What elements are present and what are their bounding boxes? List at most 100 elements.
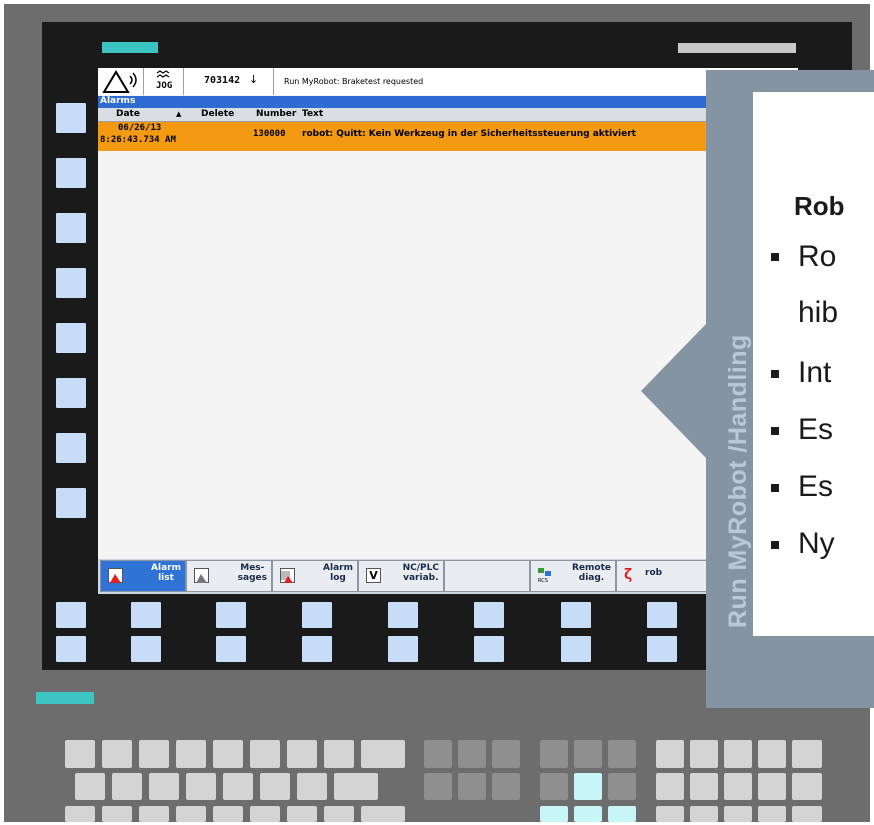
- keyboard-key[interactable]: [213, 740, 243, 768]
- alarm-date: 06/26/13: [118, 123, 162, 133]
- keyboard-key[interactable]: [75, 773, 105, 800]
- keyboard-key[interactable]: [792, 740, 822, 768]
- keyboard-key[interactable]: [260, 773, 290, 800]
- horizontal-softkey-11[interactable]: [216, 636, 246, 662]
- keyboard-key[interactable]: [65, 740, 95, 768]
- keyboard-key[interactable]: [458, 773, 486, 800]
- keyboard-key[interactable]: [102, 740, 132, 768]
- keyboard-key[interactable]: [424, 773, 452, 800]
- keyboard-key[interactable]: [690, 806, 718, 822]
- keyboard-key[interactable]: [492, 773, 520, 800]
- keyboard-key[interactable]: [102, 806, 132, 822]
- horizontal-softkey-13[interactable]: [388, 636, 418, 662]
- keyboard-key[interactable]: [334, 773, 378, 800]
- cursor-up-key[interactable]: [574, 773, 602, 800]
- keyboard-key[interactable]: [656, 740, 684, 768]
- softkey-remote-diag[interactable]: RCS Remote diag.: [530, 560, 616, 592]
- keyboard-key[interactable]: [287, 740, 317, 768]
- column-number[interactable]: Number: [256, 109, 296, 119]
- cursor-down-key[interactable]: [574, 806, 602, 822]
- horizontal-softkey-7[interactable]: [561, 602, 591, 628]
- horizontal-softkey-4[interactable]: [302, 602, 332, 628]
- keyboard-key[interactable]: [250, 740, 280, 768]
- keyboard-key[interactable]: [724, 773, 752, 800]
- keyboard-key[interactable]: [690, 740, 718, 768]
- vertical-softkey-3[interactable]: [56, 213, 86, 243]
- vertical-softkey-8[interactable]: [56, 488, 86, 518]
- vertical-softkey-5[interactable]: [56, 323, 86, 353]
- softkey-messages[interactable]: Mes-sages: [186, 560, 272, 592]
- keyboard-key[interactable]: [324, 740, 354, 768]
- horizontal-softkey-6[interactable]: [474, 602, 504, 628]
- keyboard-key[interactable]: [690, 773, 718, 800]
- softkey-label: Remote diag.: [571, 563, 611, 583]
- vertical-softkey-6[interactable]: [56, 378, 86, 408]
- column-delete[interactable]: Delete: [201, 109, 234, 119]
- keyboard-key[interactable]: [792, 773, 822, 800]
- softkey-empty[interactable]: [444, 560, 530, 592]
- keyboard-key[interactable]: [492, 740, 520, 768]
- horizontal-softkey-5[interactable]: [388, 602, 418, 628]
- keyboard-key[interactable]: [223, 773, 253, 800]
- keyboard-key[interactable]: [656, 773, 684, 800]
- horizontal-softkey-15[interactable]: [561, 636, 591, 662]
- softkey-alarm-log[interactable]: Alarm log: [272, 560, 358, 592]
- mode-indicator[interactable]: JOG: [144, 68, 184, 95]
- keyboard-key[interactable]: [361, 806, 405, 822]
- keyboard-key[interactable]: [65, 806, 95, 822]
- keyboard-key[interactable]: [608, 773, 636, 800]
- horizontal-softkey-14[interactable]: [474, 636, 504, 662]
- softkey-robot[interactable]: ζ rob: [616, 560, 736, 592]
- status-message: Run MyRobot: Braketest requested: [284, 77, 424, 86]
- horizontal-softkey-2[interactable]: [131, 602, 161, 628]
- vertical-softkey-1[interactable]: [56, 103, 86, 133]
- jog-icon: [156, 70, 170, 78]
- keyboard-key[interactable]: [792, 806, 822, 822]
- keyboard-key[interactable]: [287, 806, 317, 822]
- keyboard-key[interactable]: [574, 740, 602, 768]
- keyboard-key[interactable]: [213, 806, 243, 822]
- horizontal-softkey-3[interactable]: [216, 602, 246, 628]
- vertical-softkey-4[interactable]: [56, 268, 86, 298]
- keyboard-key[interactable]: [724, 806, 752, 822]
- table-row[interactable]: 06/26/13 8:26:43.734 AM 130000 robot: Qu…: [98, 122, 798, 151]
- keyboard-key[interactable]: [361, 740, 405, 768]
- vertical-softkey-7[interactable]: [56, 433, 86, 463]
- keyboard-key[interactable]: [724, 740, 752, 768]
- overlay-bullet-continuation: hib: [798, 296, 839, 329]
- keyboard-key[interactable]: [758, 806, 786, 822]
- column-text[interactable]: Text: [302, 109, 323, 119]
- horizontal-softkey-12[interactable]: [302, 636, 332, 662]
- cursor-left-key[interactable]: [540, 806, 568, 822]
- keyboard-key[interactable]: [186, 773, 216, 800]
- keyboard-key[interactable]: [608, 740, 636, 768]
- horizontal-softkey-9[interactable]: [56, 636, 86, 662]
- keyboard-key[interactable]: [176, 806, 206, 822]
- sort-ascending-icon[interactable]: ▲: [176, 110, 181, 118]
- cursor-right-key[interactable]: [608, 806, 636, 822]
- keyboard-key[interactable]: [458, 740, 486, 768]
- keyboard-key[interactable]: [139, 740, 169, 768]
- softkey-nc-plc-variables[interactable]: V NC/PLC variab.: [358, 560, 444, 592]
- keyboard-key[interactable]: [149, 773, 179, 800]
- keyboard-key[interactable]: [758, 740, 786, 768]
- keyboard-key[interactable]: [250, 806, 280, 822]
- horizontal-softkey-16[interactable]: [647, 636, 677, 662]
- column-date[interactable]: Date: [116, 109, 140, 119]
- keyboard-key[interactable]: [540, 773, 568, 800]
- keyboard-key[interactable]: [139, 806, 169, 822]
- horizontal-softkey-1[interactable]: [56, 602, 86, 628]
- keyboard-key[interactable]: [758, 773, 786, 800]
- softkey-alarm-list[interactable]: Alarm list: [100, 560, 186, 592]
- alarm-table-header: Date ▲ Delete Number Text: [98, 108, 798, 122]
- keyboard-key[interactable]: [297, 773, 327, 800]
- horizontal-softkey-8[interactable]: [647, 602, 677, 628]
- keyboard-key[interactable]: [424, 740, 452, 768]
- keyboard-key[interactable]: [176, 740, 206, 768]
- keyboard-key[interactable]: [324, 806, 354, 822]
- keyboard-key[interactable]: [112, 773, 142, 800]
- vertical-softkey-2[interactable]: [56, 158, 86, 188]
- keyboard-key[interactable]: [540, 740, 568, 768]
- horizontal-softkey-10[interactable]: [131, 636, 161, 662]
- keyboard-key[interactable]: [656, 806, 684, 822]
